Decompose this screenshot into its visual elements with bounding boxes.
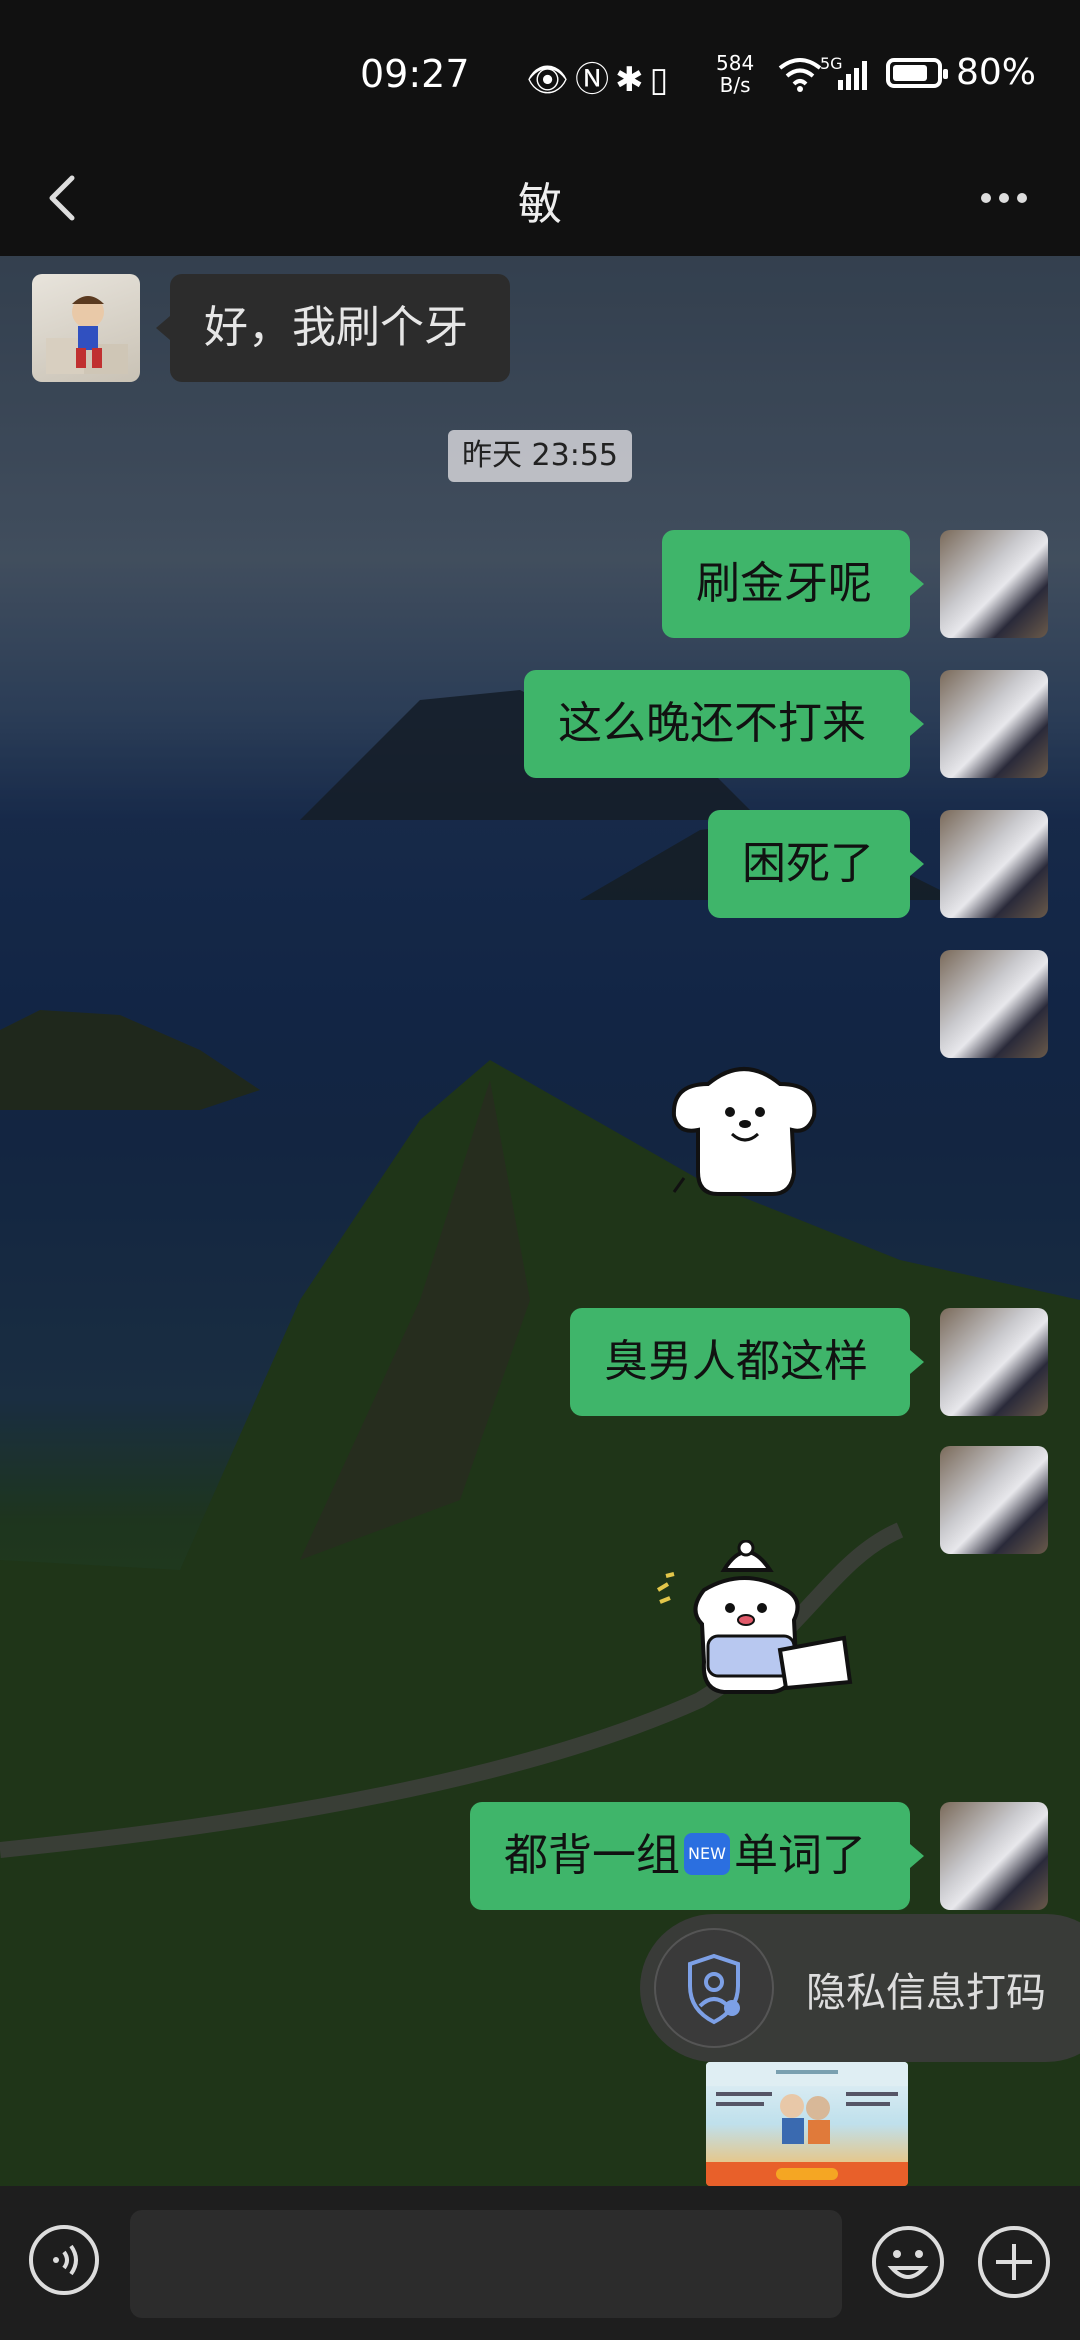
my-avatar[interactable] bbox=[940, 810, 1048, 918]
contact-avatar[interactable] bbox=[32, 274, 140, 382]
shield-user-icon bbox=[688, 1953, 740, 2025]
wifi-icon bbox=[778, 58, 822, 92]
network-speed-value: 584 bbox=[716, 51, 755, 75]
more-dots-icon[interactable] bbox=[978, 180, 1030, 216]
bluetooth-icon: ✱ bbox=[615, 60, 650, 100]
new-emoji-icon: NEW bbox=[684, 1833, 730, 1875]
network-speed-unit: B/s bbox=[719, 73, 751, 97]
message-bubble-outgoing[interactable]: 这么晚还不打来 bbox=[524, 670, 910, 778]
message-bubble-incoming[interactable]: 好，我刷个牙 bbox=[170, 274, 510, 382]
privacy-mask-toast[interactable]: 隐私信息打码 bbox=[640, 1914, 1080, 2062]
vibrate-icon: ▯ bbox=[649, 60, 675, 100]
plus-icon[interactable] bbox=[976, 2224, 1052, 2300]
my-avatar[interactable] bbox=[940, 530, 1048, 638]
image-thumbnail[interactable] bbox=[706, 2062, 908, 2186]
message-text-part: 都背一组 bbox=[504, 1830, 680, 1881]
message-timestamp: 昨天 23:55 bbox=[448, 430, 632, 482]
my-avatar[interactable] bbox=[940, 1446, 1048, 1554]
privacy-toast-label: 隐私信息打码 bbox=[806, 1970, 1046, 2016]
message-input[interactable] bbox=[130, 2210, 842, 2318]
battery-percent: 80% bbox=[956, 52, 1037, 93]
nfc-icon: Ⓝ bbox=[575, 60, 616, 100]
message-text-part: 单词了 bbox=[734, 1830, 866, 1881]
message-bubble-outgoing[interactable]: 刷金牙呢 bbox=[662, 530, 910, 638]
avatar-figure-icon bbox=[46, 296, 128, 374]
image-content bbox=[706, 2062, 908, 2186]
chat-title: 敏 bbox=[518, 179, 562, 230]
my-avatar[interactable] bbox=[940, 1802, 1048, 1910]
chat-header: 敏 bbox=[0, 140, 1080, 256]
my-avatar[interactable] bbox=[940, 670, 1048, 778]
eye-icon: 👁 bbox=[526, 60, 576, 100]
battery-icon bbox=[886, 58, 948, 88]
status-time: 09:27 bbox=[360, 52, 470, 96]
white-dog-sticker[interactable] bbox=[668, 1054, 820, 1204]
status-bar: 09:27 👁Ⓝ✱▯ 584 B/s 5G 80% bbox=[0, 0, 1080, 140]
voice-icon[interactable] bbox=[28, 2224, 100, 2296]
dog-with-pillow-sticker[interactable] bbox=[654, 1540, 854, 1720]
my-avatar[interactable] bbox=[940, 1308, 1048, 1416]
message-bubble-outgoing[interactable]: 臭男人都这样 bbox=[570, 1308, 910, 1416]
battery-fill bbox=[893, 65, 927, 81]
input-bar bbox=[0, 2186, 1080, 2340]
message-bubble-outgoing[interactable]: 都背一组 NEW 单词了 bbox=[470, 1802, 910, 1910]
status-icons-group: 👁Ⓝ✱▯ bbox=[526, 52, 674, 101]
network-speed: 584 B/s bbox=[716, 52, 754, 96]
signal-icon bbox=[838, 61, 867, 90]
emoji-icon[interactable] bbox=[870, 2224, 946, 2300]
message-bubble-outgoing[interactable]: 困死了 bbox=[708, 810, 910, 918]
my-avatar[interactable] bbox=[940, 950, 1048, 1058]
